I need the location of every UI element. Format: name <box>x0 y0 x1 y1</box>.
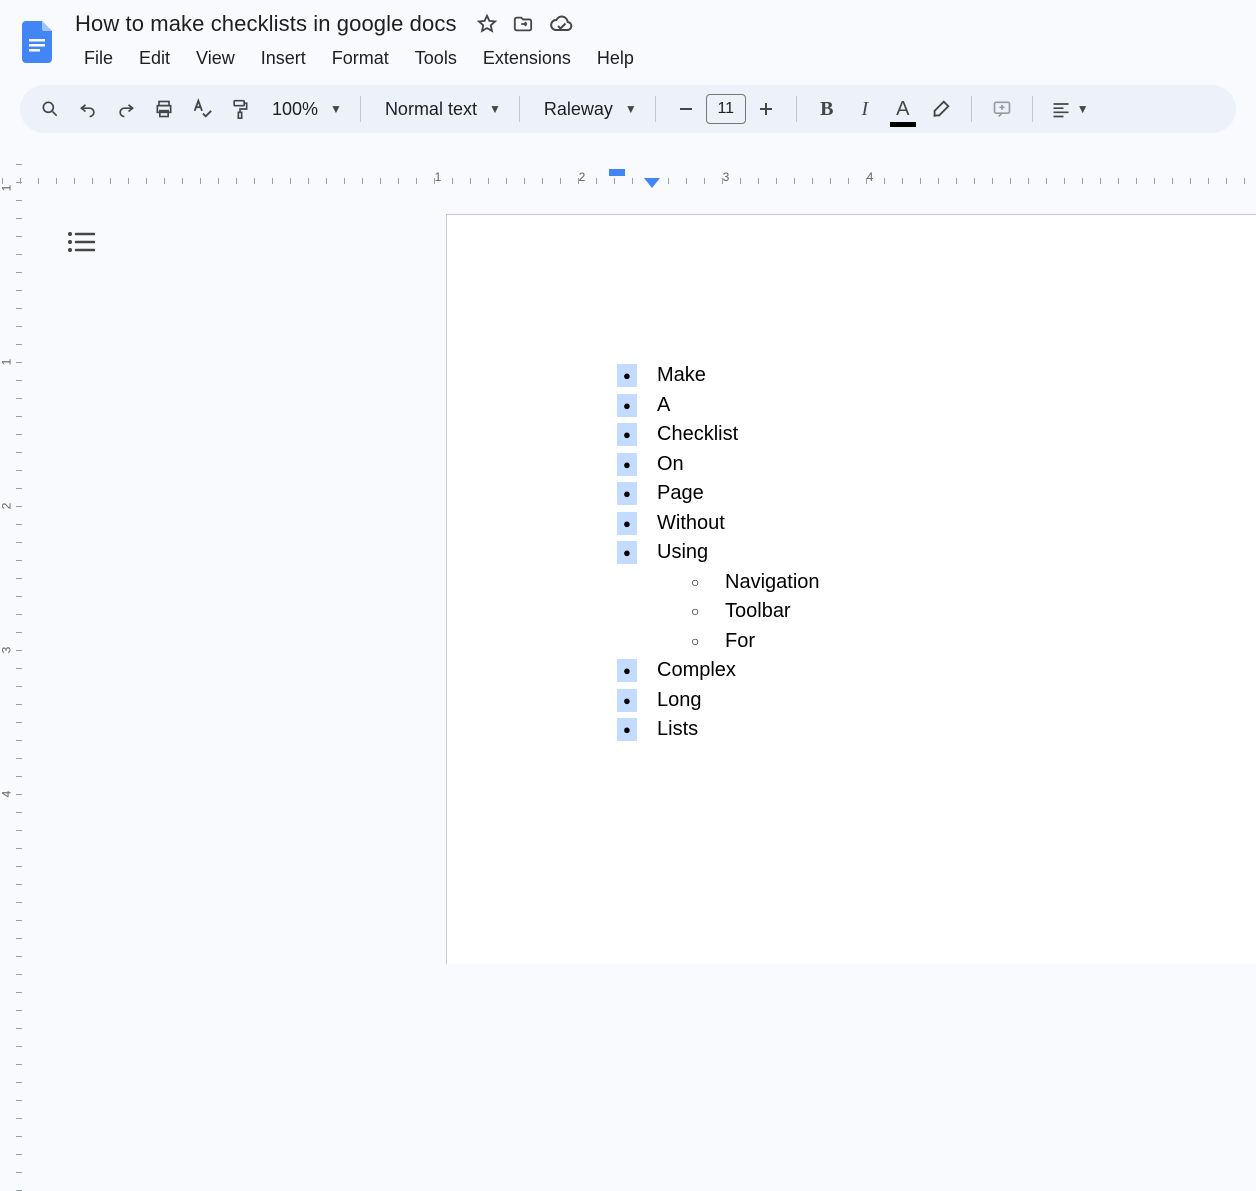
text-color-button[interactable]: A <box>885 91 921 127</box>
ruler-number: 2 <box>579 170 586 184</box>
decrease-font-size-button[interactable] <box>668 91 704 127</box>
list-item-text[interactable]: Page <box>657 482 704 504</box>
font-family-dropdown[interactable]: Raleway ▼ <box>532 99 643 120</box>
redo-icon[interactable] <box>108 91 144 127</box>
bulleted-list[interactable]: Make A Checklist On Page Without Using Navigati… <box>617 361 1256 745</box>
ruler-number: 1 <box>0 185 13 192</box>
vertical-ruler[interactable]: 11234 <box>0 194 32 964</box>
list-item[interactable]: Lists <box>617 715 1256 745</box>
menu-edit[interactable]: Edit <box>127 44 182 73</box>
separator <box>360 96 361 122</box>
list-item-text[interactable]: Using <box>657 541 708 563</box>
separator <box>796 96 797 122</box>
star-icon[interactable] <box>476 13 498 35</box>
font-size-input[interactable]: 11 <box>706 94 746 124</box>
list-item-text[interactable]: Make <box>657 364 706 386</box>
list-item[interactable]: Complex <box>617 656 1256 686</box>
add-comment-button[interactable] <box>984 91 1020 127</box>
list-item[interactable]: Checklist <box>617 420 1256 450</box>
list-item-text[interactable]: Complex <box>657 659 736 681</box>
menu-help[interactable]: Help <box>585 44 646 73</box>
doc-title[interactable]: How to make checklists in google docs <box>70 8 462 40</box>
align-dropdown[interactable]: ▼ <box>1045 100 1095 118</box>
list-item[interactable]: Using <box>617 538 1256 568</box>
italic-button[interactable]: I <box>847 91 883 127</box>
list-item[interactable]: Without <box>617 509 1256 539</box>
separator <box>519 96 520 122</box>
list-item[interactable]: Toolbar <box>657 597 1256 627</box>
menu-extensions[interactable]: Extensions <box>471 44 583 73</box>
document-canvas: Make A Checklist On Page Without Using Navigati… <box>32 194 1256 964</box>
list-item[interactable]: On <box>617 450 1256 480</box>
menu-bar: File Edit View Insert Format Tools Exten… <box>70 44 646 73</box>
ruler-number: 1 <box>0 359 13 366</box>
docs-logo-icon[interactable] <box>18 14 58 68</box>
spellcheck-icon[interactable] <box>184 91 220 127</box>
document-page[interactable]: Make A Checklist On Page Without Using Navigati… <box>446 214 1256 964</box>
left-indent-marker[interactable] <box>643 177 661 189</box>
list-item[interactable]: For <box>657 627 1256 657</box>
separator <box>1032 96 1033 122</box>
menu-tools[interactable]: Tools <box>403 44 469 73</box>
search-menus-icon[interactable] <box>32 91 68 127</box>
increase-font-size-button[interactable] <box>748 91 784 127</box>
menu-insert[interactable]: Insert <box>249 44 318 73</box>
paragraph-style-dropdown[interactable]: Normal text ▼ <box>373 99 507 120</box>
menu-view[interactable]: View <box>184 44 247 73</box>
list-item[interactable]: Page <box>617 479 1256 509</box>
ruler-number: 2 <box>0 503 13 510</box>
zoom-dropdown[interactable]: 100% ▼ <box>260 99 348 120</box>
ruler-number: 4 <box>0 791 13 798</box>
ruler-number: 4 <box>867 170 874 184</box>
list-item-text[interactable]: On <box>657 453 684 475</box>
move-folder-icon[interactable] <box>512 14 534 34</box>
ruler-number: 3 <box>0 647 13 654</box>
list-item-text[interactable]: A <box>657 394 670 416</box>
bold-button[interactable]: B <box>809 91 845 127</box>
paint-format-icon[interactable] <box>222 91 258 127</box>
list-item-text[interactable]: Lists <box>657 718 698 740</box>
title-bar: How to make checklists in google docs Fi… <box>0 0 1256 73</box>
ruler-number: 3 <box>723 170 730 184</box>
list-item[interactable]: Make <box>617 361 1256 391</box>
list-item[interactable]: Long <box>617 686 1256 716</box>
separator <box>655 96 656 122</box>
list-item[interactable]: A <box>617 391 1256 421</box>
separator <box>971 96 972 122</box>
list-item-text[interactable]: Without <box>657 512 725 534</box>
menu-format[interactable]: Format <box>320 44 401 73</box>
menu-file[interactable]: File <box>72 44 125 73</box>
horizontal-ruler[interactable]: 1 2 3 4 <box>32 168 1256 190</box>
list-item-text[interactable]: Long <box>657 689 702 711</box>
undo-icon[interactable] <box>70 91 106 127</box>
ruler-number: 1 <box>435 170 442 184</box>
print-icon[interactable] <box>146 91 182 127</box>
nested-list[interactable]: NavigationToolbarFor <box>657 568 1256 657</box>
list-item-text[interactable]: Checklist <box>657 423 738 445</box>
cloud-status-icon[interactable] <box>548 14 574 34</box>
list-item[interactable]: Navigation <box>657 568 1256 598</box>
document-outline-icon[interactable] <box>66 230 100 260</box>
first-line-indent-marker[interactable] <box>607 168 627 178</box>
highlight-color-button[interactable] <box>923 91 959 127</box>
toolbar: 100% ▼ Normal text ▼ Raleway ▼ 11 B I A … <box>20 85 1236 133</box>
